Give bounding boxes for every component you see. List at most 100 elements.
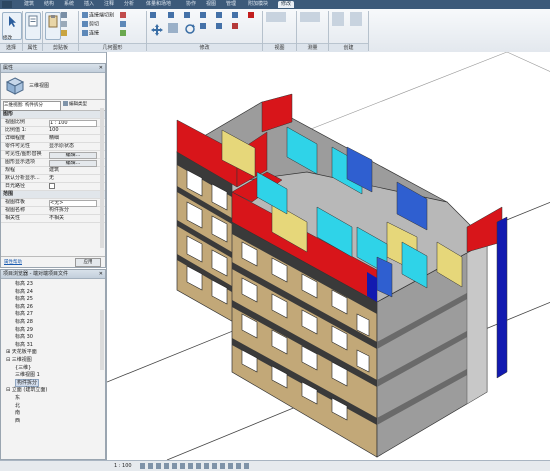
mirror-button[interactable] (184, 12, 191, 19)
tree-item[interactable]: 东 (1, 395, 105, 403)
tree-item[interactable]: 标高 28 (1, 319, 105, 327)
trim-button[interactable] (200, 12, 207, 19)
tree-item[interactable]: 标高 23 (1, 281, 105, 289)
cope-button[interactable]: 连接端切割 (82, 12, 114, 19)
rotate-button[interactable] (184, 23, 196, 34)
group-icon (350, 12, 362, 26)
properties-palette: 属性 ✕ 三维视图 三维视图: 构件拆分 编辑类型 图形 视图比例 1 : 100 … (0, 63, 106, 268)
copy-icon (61, 21, 67, 27)
tree-item[interactable]: {三维} (1, 365, 105, 373)
prop-value[interactable]: 精细 (49, 135, 95, 142)
prop-value[interactable]: 构件拆分 (49, 207, 95, 214)
tab-massing-site[interactable]: 体量和场地 (146, 1, 171, 8)
tab-modify[interactable]: 修改 (278, 1, 295, 8)
properties-button[interactable] (25, 12, 41, 40)
tree-item[interactable]: 标高 30 (1, 334, 105, 342)
app-menu-button[interactable] (2, 1, 12, 8)
prop-value[interactable]: 显示原状态 (49, 143, 95, 150)
scale-button[interactable] (216, 23, 223, 30)
type-selector[interactable]: 三维视图 (1, 73, 105, 100)
tab-insert[interactable]: 插入 (84, 1, 94, 8)
prop-key: 视图比例 (5, 119, 26, 125)
tree-node-elevations[interactable]: ⊟ 立面 (建筑立面) (1, 387, 105, 395)
prop-value[interactable]: 建筑 (49, 167, 95, 174)
cut-geometry-button[interactable]: 剪切 (82, 21, 99, 28)
match-button[interactable] (61, 30, 68, 37)
tree-item[interactable]: 标高 25 (1, 296, 105, 304)
project-browser-header: 项目浏览器 - 端对端项目文件 ✕ (1, 270, 105, 279)
join-button[interactable]: 连接 (82, 30, 99, 37)
group-label-modify: 修改 (147, 43, 262, 52)
tree-node-ceiling-plans[interactable]: ⊞ 天花板平面 (1, 349, 105, 357)
browser-scrollbar[interactable] (100, 310, 104, 370)
tab-annotate[interactable]: 注释 (104, 1, 114, 8)
prop-key: 规程 (5, 167, 16, 173)
pin-button[interactable] (232, 12, 239, 19)
3d-view-canvas[interactable] (106, 51, 550, 461)
paste-button[interactable] (45, 12, 61, 40)
properties-help-link[interactable]: 属性帮助 (4, 259, 22, 265)
vg-edit-button[interactable]: 编辑... (49, 151, 97, 159)
scissors-icon (61, 12, 67, 18)
tree-item[interactable]: 北 (1, 403, 105, 411)
section-extents[interactable]: 范围 (1, 191, 105, 199)
create-group-button[interactable] (350, 12, 363, 26)
measure-button[interactable] (300, 12, 321, 22)
apply-button[interactable]: 应用 (75, 258, 101, 267)
copy-element-button[interactable] (168, 23, 179, 33)
wall-joins-button[interactable] (120, 12, 127, 19)
tree-node-3d-views[interactable]: ⊟ 三维视图 (1, 357, 105, 365)
tree-item[interactable]: 西 (1, 418, 105, 426)
prop-value[interactable]: 1 : 100 (49, 119, 97, 127)
unpin-button[interactable] (232, 23, 239, 30)
prop-value[interactable]: 不相关 (49, 215, 95, 222)
tree-item[interactable]: 南 (1, 410, 105, 418)
tab-addins[interactable]: 附加模块 (248, 1, 268, 8)
tab-architecture[interactable]: 建筑 (24, 1, 34, 8)
cut-button[interactable] (61, 12, 68, 19)
type-name: 三维视图 (29, 83, 50, 89)
split-face-button[interactable] (120, 21, 127, 28)
prop-row: 日光路径 (1, 183, 105, 191)
edit-type-button[interactable]: 编辑类型 (63, 100, 87, 110)
split-face-icon (120, 21, 126, 27)
cope-label: 连接端切割 (89, 12, 115, 19)
view-control-icons[interactable] (140, 463, 250, 469)
view-selector-dropdown[interactable]: 三维视图: 构件拆分 (3, 101, 61, 111)
tree-item-selected[interactable]: 构件拆分 (15, 378, 40, 387)
close-icon[interactable]: ✕ (99, 64, 103, 72)
tree-item[interactable]: 标高 27 (1, 311, 105, 319)
prop-value[interactable]: 无 (49, 175, 95, 182)
tab-analyze[interactable]: 分析 (124, 1, 134, 8)
align-button[interactable] (150, 12, 157, 19)
delete-button[interactable] (248, 12, 255, 19)
tab-manage[interactable]: 管理 (226, 1, 236, 8)
edit-type-label: 编辑类型 (69, 102, 87, 107)
section-graphics[interactable]: 图形 (1, 111, 105, 119)
paint-button[interactable] (120, 30, 127, 37)
move-button[interactable] (150, 23, 164, 36)
copy-button[interactable] (61, 21, 68, 28)
close-icon[interactable]: ✕ (99, 270, 103, 278)
graphic-display-edit-button[interactable]: 编辑... (49, 159, 97, 167)
group-label-clipboard: 剪贴板 (43, 43, 78, 52)
view-tool-button[interactable] (266, 12, 287, 22)
prop-key: 图形显示选项 (5, 159, 36, 165)
offset-button[interactable] (168, 12, 175, 19)
tab-systems[interactable]: 系统 (64, 1, 74, 8)
view-icon (266, 12, 286, 22)
prop-row: 默认分析显示... 无 (1, 175, 105, 183)
tab-view[interactable]: 视图 (206, 1, 216, 8)
split-button[interactable] (200, 23, 207, 30)
properties-scrollbar[interactable] (100, 108, 104, 248)
browser-tree: 标高 23 标高 24 标高 25 标高 26 标高 27 标高 28 标高 2… (1, 279, 105, 425)
trim-icon (200, 12, 206, 18)
prop-value[interactable]: <无> (49, 199, 97, 207)
prop-value: 100 (49, 127, 59, 133)
tab-collaborate[interactable]: 协作 (186, 1, 196, 8)
prop-row: 零件可见性 显示原状态 (1, 143, 105, 151)
create-assembly-button[interactable] (332, 12, 345, 26)
tab-structure[interactable]: 结构 (44, 1, 54, 8)
delete-icon (248, 12, 254, 18)
array-button[interactable] (216, 12, 223, 19)
